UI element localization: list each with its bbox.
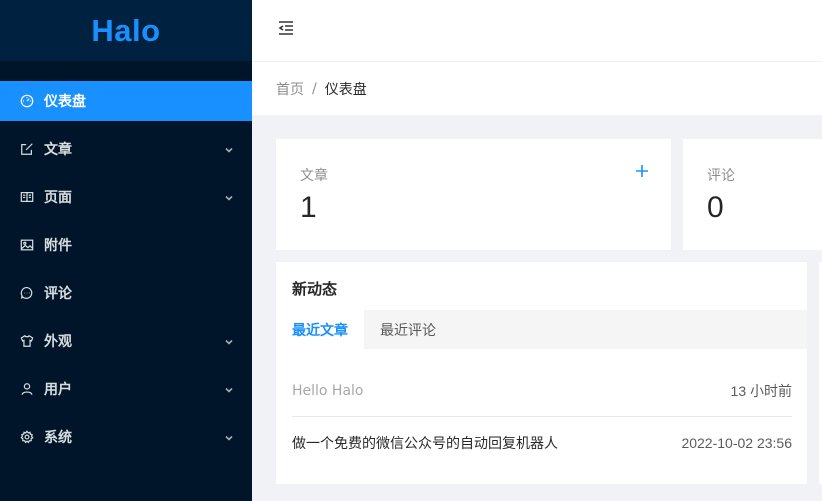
sidebar-menu: 仪表盘 文章 页面 附件 评论 外观 用户 系统 (0, 81, 252, 457)
logo-text: Halo (91, 12, 161, 48)
breadcrumb-home[interactable]: 首页 (276, 79, 304, 99)
chevron-down-icon (224, 431, 234, 441)
edit-icon (20, 142, 34, 156)
setting-icon (20, 430, 34, 444)
top-header (252, 0, 822, 61)
activity-title: 新动态 (292, 280, 338, 298)
sidebar-item-label: 评论 (44, 286, 72, 302)
sidebar-item-label: 外观 (44, 334, 72, 350)
dashboard-icon (20, 94, 34, 108)
message-icon (20, 286, 34, 300)
post-time: 13 小时前 (730, 382, 792, 399)
sidebar-item-label: 系统 (44, 430, 72, 446)
logo[interactable]: Halo (0, 0, 252, 61)
comments-stat-value: 0 (707, 191, 724, 224)
user-icon (20, 382, 34, 396)
comments-stat-card: 评论 0 (683, 139, 822, 250)
post-time: 2022-10-02 23:56 (681, 435, 792, 451)
sidebar-item-label: 附件 (44, 238, 72, 254)
post-title[interactable]: Hello Halo (292, 383, 364, 399)
sidebar-item-label: 仪表盘 (44, 94, 86, 110)
tab-recent-posts[interactable]: 最近文章 (276, 310, 364, 349)
sidebar-item-posts[interactable]: 文章 (0, 129, 252, 169)
breadcrumb-current: 仪表盘 (324, 81, 367, 98)
post-title[interactable]: 做一个免费的微信公众号的自动回复机器人 (292, 433, 558, 453)
list-item[interactable]: 做一个免费的微信公众号的自动回复机器人 2022-10-02 23:56 (292, 417, 792, 469)
sidebar-item-pages[interactable]: 页面 (0, 177, 252, 217)
sidebar-item-attachments[interactable]: 附件 (0, 225, 252, 265)
activity-card: 新动态 最近文章 最近评论 Hello Halo 13 小时前 做一个免费的微信… (276, 262, 807, 484)
sidebar-item-appearance[interactable]: 外观 (0, 321, 252, 361)
sidebar-item-label: 页面 (44, 190, 72, 206)
menu-fold-icon[interactable] (276, 18, 296, 38)
sidebar-item-comments[interactable]: 评论 (0, 273, 252, 313)
picture-icon (20, 238, 34, 252)
sidebar-item-label: 文章 (44, 142, 72, 158)
recent-posts-list: Hello Halo 13 小时前 做一个免费的微信公众号的自动回复机器人 20… (292, 365, 792, 469)
sidebar-item-system[interactable]: 系统 (0, 417, 252, 457)
book-icon (20, 190, 34, 204)
tab-recent-comments[interactable]: 最近评论 (364, 310, 452, 349)
activity-tabs: 最近文章 最近评论 (276, 310, 807, 349)
breadcrumb: 首页 / 仪表盘 (252, 61, 822, 115)
chevron-down-icon (224, 335, 234, 345)
breadcrumb-separator: / (312, 80, 317, 97)
sidebar-item-label: 用户 (44, 382, 72, 398)
chevron-down-icon (224, 143, 234, 153)
sidebar-item-users[interactable]: 用户 (0, 369, 252, 409)
comments-stat-title: 评论 (707, 168, 735, 184)
posts-stat-title: 文章 (300, 168, 328, 184)
posts-stat-value: 1 (300, 191, 317, 224)
sidebar-item-dashboard[interactable]: 仪表盘 (0, 81, 252, 121)
plus-icon[interactable] (635, 163, 649, 177)
chevron-down-icon (224, 191, 234, 201)
skin-icon (20, 334, 34, 348)
sidebar: Halo 仪表盘 文章 页面 附件 评论 外观 用户 系统 (0, 0, 252, 501)
chevron-down-icon (224, 383, 234, 393)
posts-stat-card: 文章 1 (276, 139, 671, 250)
list-item[interactable]: Hello Halo 13 小时前 (292, 365, 792, 417)
